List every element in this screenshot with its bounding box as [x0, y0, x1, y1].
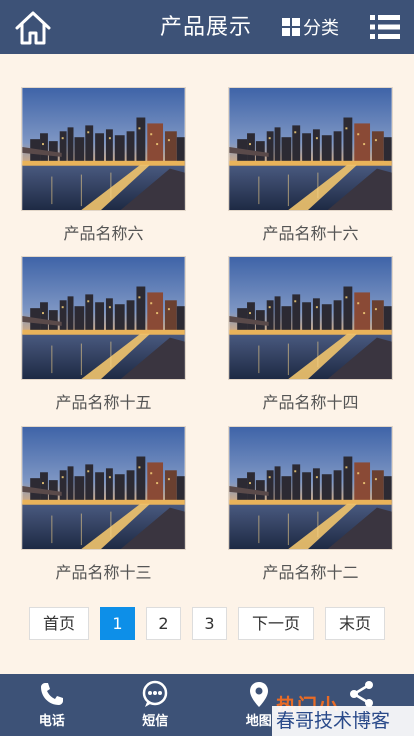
- product-name[interactable]: 产品名称十二: [228, 562, 393, 584]
- product-name[interactable]: 产品名称十三: [21, 562, 186, 584]
- product-card[interactable]: 产品名称十四: [228, 256, 393, 414]
- grid-icon: [282, 18, 300, 36]
- share-icon: [350, 681, 374, 707]
- page-button-1[interactable]: 1: [99, 607, 135, 640]
- footer-phone-button[interactable]: 电话: [0, 674, 104, 736]
- footer-label: 地图: [245, 714, 272, 729]
- page-button-2[interactable]: 2: [145, 607, 181, 640]
- category-button[interactable]: 分类: [282, 14, 339, 40]
- footer-label: 短信: [142, 714, 169, 729]
- product-image[interactable]: [228, 87, 393, 211]
- watermark: 春哥技术博客: [272, 706, 414, 736]
- product-image[interactable]: [21, 426, 186, 550]
- product-image[interactable]: [228, 426, 393, 550]
- menu-icon[interactable]: [370, 14, 400, 40]
- map-pin-icon: [249, 682, 268, 707]
- footer-sms-button[interactable]: 短信: [104, 674, 208, 736]
- home-icon[interactable]: [14, 10, 52, 46]
- page-button-3[interactable]: 3: [191, 607, 227, 640]
- last-page-button[interactable]: 末页: [325, 607, 386, 640]
- product-card[interactable]: 产品名称十五: [21, 256, 186, 414]
- page-title: 产品展示: [160, 15, 253, 40]
- pagination: 首页 1 2 3 下一页 末页: [0, 607, 414, 640]
- phone-icon: [40, 683, 63, 705]
- product-card[interactable]: 产品名称六: [21, 87, 186, 245]
- product-image[interactable]: [228, 256, 393, 380]
- product-name[interactable]: 产品名称六: [21, 223, 186, 245]
- footer-label: 电话: [38, 714, 65, 729]
- sms-icon: [143, 680, 168, 707]
- product-image[interactable]: [21, 87, 186, 211]
- product-card[interactable]: 产品名称十三: [21, 426, 186, 584]
- first-page-button[interactable]: 首页: [28, 607, 89, 640]
- product-name[interactable]: 产品名称十五: [21, 392, 186, 414]
- product-card[interactable]: 产品名称十二: [228, 426, 393, 584]
- product-card[interactable]: 产品名称十六: [228, 87, 393, 245]
- next-page-button[interactable]: 下一页: [237, 607, 314, 640]
- category-label: 分类: [303, 18, 339, 39]
- product-image[interactable]: [21, 256, 186, 380]
- product-name[interactable]: 产品名称十六: [228, 223, 393, 245]
- header-bar: 产品展示 分类: [0, 0, 414, 54]
- product-name[interactable]: 产品名称十四: [228, 392, 393, 414]
